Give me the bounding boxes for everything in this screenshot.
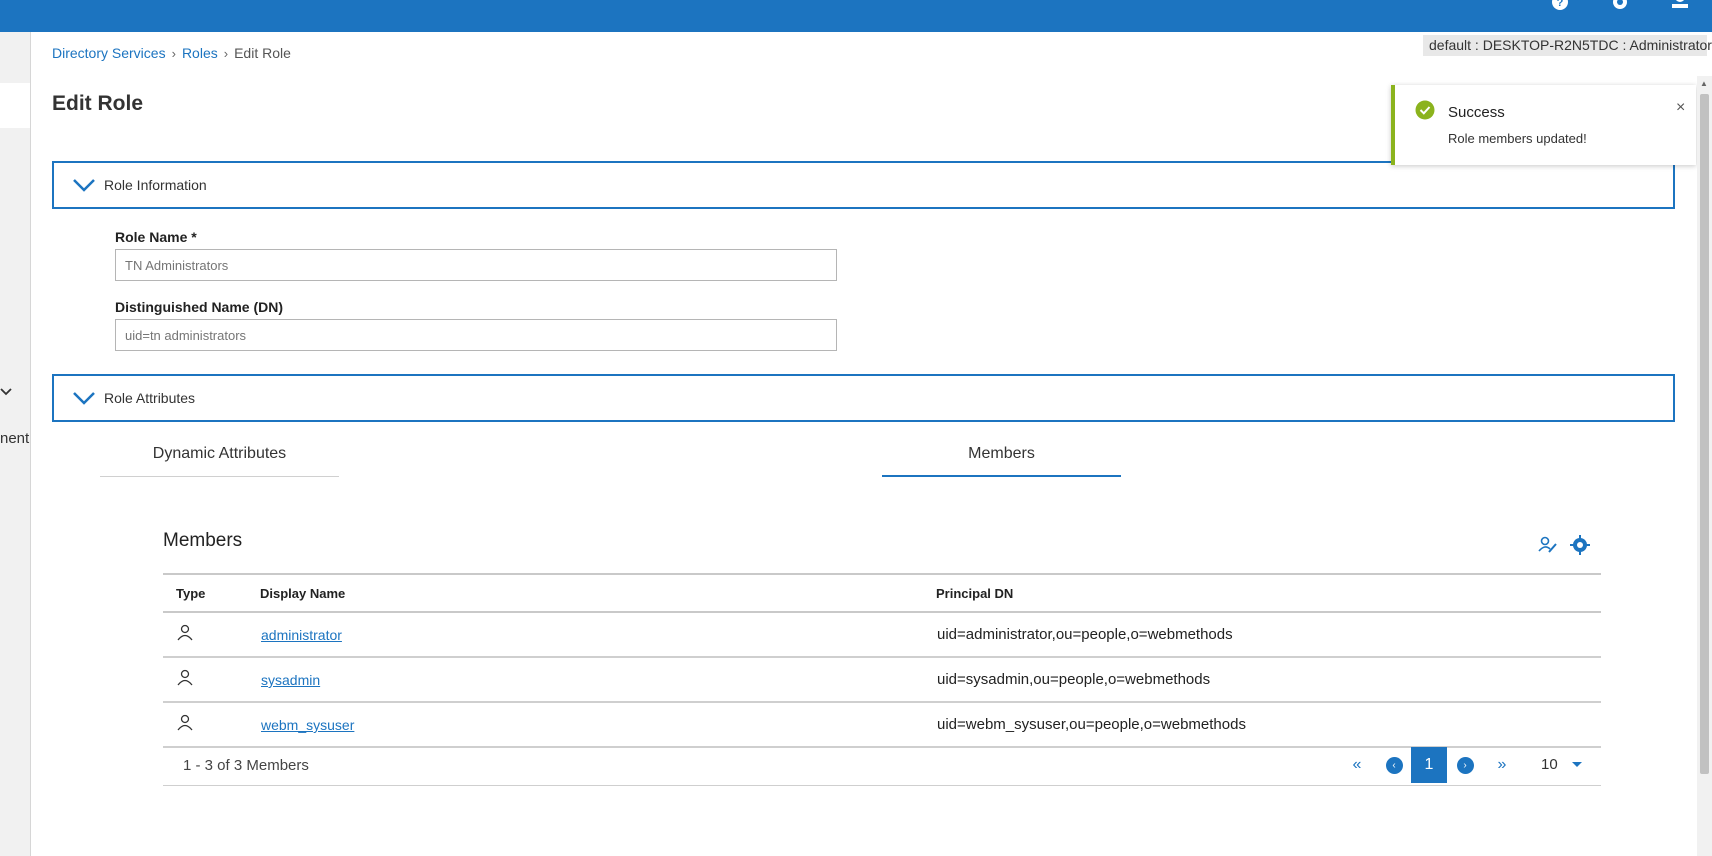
- member-display-name-link[interactable]: sysadmin: [261, 672, 320, 688]
- page-size-select[interactable]: 10: [1541, 756, 1558, 773]
- next-page-button[interactable]: ›: [1454, 747, 1476, 783]
- toast-title: Success: [1448, 104, 1505, 121]
- gear-icon[interactable]: [1569, 534, 1591, 556]
- role-name-label: Role Name *: [115, 229, 197, 245]
- breadcrumb-roles[interactable]: Roles: [182, 45, 218, 61]
- column-header-display-name[interactable]: Display Name: [260, 586, 345, 601]
- sidebar: nent: [0, 32, 31, 856]
- help-icon[interactable]: ?: [1550, 0, 1574, 14]
- breadcrumb: Directory Services › Roles › Edit Role: [52, 45, 291, 61]
- member-display-name-link[interactable]: administrator: [261, 627, 342, 643]
- table-row: webm_sysuser uid=webm_sysuser,ou=people,…: [163, 703, 1601, 748]
- table-header: Type Display Name Principal DN: [163, 573, 1601, 613]
- dn-label: Distinguished Name (DN): [115, 299, 284, 315]
- toast-message: Role members updated!: [1448, 131, 1587, 146]
- page-title: Edit Role: [52, 92, 144, 115]
- member-count: 1 - 3 of 3 Members: [183, 757, 309, 774]
- page-number-current[interactable]: 1: [1411, 747, 1447, 783]
- chevron-down-icon[interactable]: [72, 388, 96, 408]
- user-icon[interactable]: [1670, 0, 1694, 14]
- chevron-right-icon: ›: [171, 45, 176, 61]
- edit-members-icon[interactable]: [1537, 534, 1559, 556]
- chevron-down-icon[interactable]: [0, 384, 12, 400]
- breadcrumb-directory-services[interactable]: Directory Services: [52, 45, 166, 61]
- tab-dynamic-attributes[interactable]: Dynamic Attributes: [100, 433, 339, 477]
- sidebar-selected-item[interactable]: [0, 83, 30, 128]
- context-label: default : DESKTOP-R2N5TDC : Administrato…: [1423, 35, 1712, 56]
- role-attributes-section-header[interactable]: Role Attributes: [52, 374, 1675, 422]
- chevron-right-icon: ›: [1456, 756, 1474, 774]
- svg-text:?: ?: [1557, 0, 1564, 9]
- chevron-right-icon: ›: [223, 45, 229, 61]
- user-icon: [176, 714, 194, 732]
- role-name-field[interactable]: [115, 249, 837, 281]
- user-icon: [176, 624, 194, 642]
- tab-members[interactable]: Members: [882, 433, 1121, 477]
- members-title: Members: [163, 530, 243, 551]
- section-title: Role Attributes: [104, 390, 196, 406]
- prev-page-button[interactable]: ‹: [1383, 747, 1405, 783]
- close-icon[interactable]: ×: [1676, 99, 1685, 117]
- member-display-name-link[interactable]: webm_sysuser: [261, 717, 354, 733]
- chevron-down-icon[interactable]: [72, 175, 96, 195]
- first-page-icon[interactable]: «: [1346, 747, 1368, 783]
- table-row: administrator uid=administrator,ou=peopl…: [163, 613, 1601, 658]
- column-header-principal-dn[interactable]: Principal DN: [936, 586, 1013, 601]
- caret-down-icon[interactable]: [1571, 756, 1583, 772]
- breadcrumb-current: Edit Role: [234, 45, 291, 61]
- scrollbar-thumb[interactable]: [1700, 94, 1709, 774]
- column-header-type[interactable]: Type: [176, 586, 205, 601]
- check-circle-icon: [1415, 100, 1435, 120]
- scroll-up-icon[interactable]: ▲: [1700, 79, 1708, 88]
- dn-field[interactable]: [115, 319, 837, 351]
- section-title: Role Information: [104, 177, 207, 193]
- member-principal-dn: uid=sysadmin,ou=people,o=webmethods: [937, 671, 1211, 688]
- table-row: sysadmin uid=sysadmin,ou=people,o=webmet…: [163, 658, 1601, 703]
- table-footer: 1 - 3 of 3 Members « ‹ 1 › » 10: [163, 746, 1601, 786]
- member-principal-dn: uid=administrator,ou=people,o=webmethods: [937, 626, 1233, 643]
- success-toast: Success Role members updated! ×: [1391, 85, 1696, 165]
- role-information-section-header[interactable]: Role Information: [52, 161, 1675, 209]
- vertical-scrollbar[interactable]: ▲: [1697, 76, 1712, 856]
- user-icon: [176, 669, 194, 687]
- top-bar: ?: [0, 0, 1712, 32]
- members-table: Type Display Name Principal DN administr…: [163, 573, 1601, 748]
- member-principal-dn: uid=webm_sysuser,ou=people,o=webmethods: [937, 716, 1246, 733]
- last-page-icon[interactable]: »: [1491, 747, 1513, 783]
- settings-icon[interactable]: [1610, 0, 1634, 14]
- chevron-left-icon: ‹: [1385, 756, 1403, 774]
- sidebar-item-label[interactable]: nent: [0, 430, 29, 447]
